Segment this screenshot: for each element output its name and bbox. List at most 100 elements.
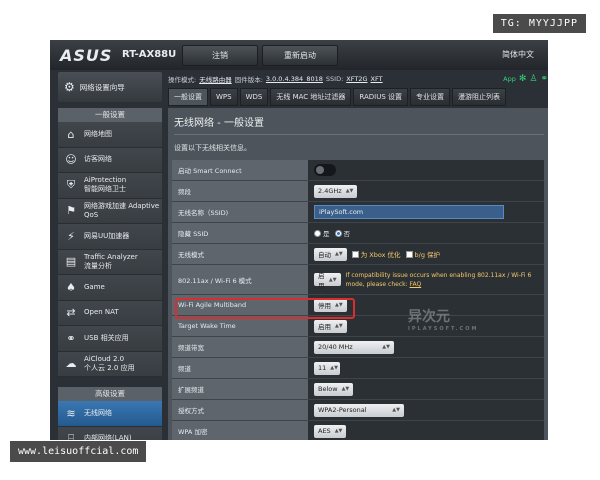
settings-panel: 无线网络 - 一般设置 设置以下无线相关信息。 启动 Smart Connect…: [168, 108, 548, 440]
band-value: 2.4GHz: [318, 187, 342, 195]
guest-network-icon: ☺: [65, 153, 77, 167]
logout-button[interactable]: 注销: [182, 45, 258, 66]
wpa-encryption-select[interactable]: AES ▲▼: [314, 424, 347, 438]
target-wake-time-value: 启用: [318, 323, 331, 331]
usb-status-icon[interactable]: ⚭: [540, 74, 548, 84]
tab-4[interactable]: RADIUS 设置: [353, 88, 409, 106]
wifi6-mode-select[interactable]: 启用 ▲▼: [314, 272, 341, 290]
wpa-encryption-value: AES: [318, 427, 331, 435]
telegram-tag: TG: MYYJJPP: [492, 14, 586, 33]
wizard-label: 网络设置向导: [79, 82, 125, 92]
hide-ssid-no-radio[interactable]: 否: [334, 228, 350, 238]
sidebar-item-advanced-1[interactable]: ⌸ 内部网络(LAN): [58, 426, 162, 440]
setup-wizard-button[interactable]: ⚙ 网络设置向导: [58, 72, 162, 102]
wireless-mode-value: 自动: [318, 251, 331, 259]
auth-method-row: 授权方式 WPA2-Personal ▲▼: [172, 400, 544, 421]
channel-value: 11: [318, 364, 327, 372]
bg-label: b/g 保护: [414, 251, 441, 259]
ssid-field-label: 无线名称（SSID): [172, 202, 308, 222]
checkbox-box: [351, 250, 359, 258]
chevron-down-icon: ▲▼: [335, 251, 343, 257]
wifi6-mode-value: 启用: [318, 271, 325, 290]
sidebar-item-general-0[interactable]: ⌂ 网络地图: [58, 122, 162, 148]
ssid-2g-link[interactable]: XFT2G: [346, 75, 367, 83]
yes-label: 是: [323, 230, 330, 238]
watermark-text: 异次元: [408, 309, 450, 325]
sidebar-item-general-3[interactable]: ⚑ 网络游戏加速 Adaptive QoS: [58, 198, 162, 224]
agile-multiband-highlight: [175, 298, 355, 319]
sidebar-item-general-9[interactable]: ☁ AiCloud 2.0 个人云 2.0 应用: [58, 351, 162, 377]
user-status-icon[interactable]: ♙: [529, 74, 537, 84]
sidebar-item-label: 网络游戏加速 Adaptive QoS: [84, 201, 160, 219]
chevron-down-icon: ▲▼: [330, 365, 338, 371]
reboot-button[interactable]: 重新启动: [262, 45, 338, 66]
target-wake-time-select[interactable]: 启用 ▲▼: [314, 319, 347, 333]
bandwidth-value: 20/40 MHz: [318, 343, 353, 351]
sidebar-item-label: AiCloud 2.0 个人云 2.0 应用: [84, 354, 135, 372]
ext-channel-value: Below: [318, 385, 338, 393]
sidebar-item-general-1[interactable]: ☺ 访客网络: [58, 147, 162, 173]
xbox-optimize-checkbox[interactable]: 为 Xbox 优化: [351, 249, 401, 259]
ssid-5g-link[interactable]: XFT: [371, 75, 383, 83]
tab-1[interactable]: WPS: [210, 88, 238, 106]
wireless-mode-select[interactable]: 自动 ▲▼: [314, 247, 347, 261]
tab-0[interactable]: 一般设置: [168, 88, 208, 106]
sidebar-item-general-6[interactable]: ♠ Game: [58, 275, 162, 301]
hide-ssid-yes-radio[interactable]: 是: [314, 228, 330, 238]
sidebar-item-label: 网易UU加速器: [84, 231, 130, 240]
auth-method-value: WPA2-Personal: [318, 406, 367, 414]
chevron-down-icon: ▲▼: [392, 407, 400, 413]
sidebar-item-general-2[interactable]: ⛨ AiProtection 智能网络卫士: [58, 173, 162, 199]
sidebar-item-label: Traffic Analyzer 流量分析: [84, 252, 138, 270]
auth-method-select[interactable]: WPA2-Personal ▲▼: [314, 403, 404, 417]
mode-link[interactable]: 无线路由器: [199, 74, 232, 84]
sidebar-item-general-4[interactable]: ⚡ 网易UU加速器: [58, 224, 162, 250]
open-nat-icon: ⇄: [66, 306, 76, 320]
usb-icon: ⚭: [66, 331, 76, 345]
network-status-icon[interactable]: ✻: [519, 74, 527, 84]
bg-protection-checkbox[interactable]: b/g 保护: [405, 249, 441, 259]
mode-label: 操作模式:: [168, 76, 197, 84]
smart-connect-row: 启动 Smart Connect: [172, 160, 544, 181]
sidebar-item-general-5[interactable]: ▤ Traffic Analyzer 流量分析: [58, 249, 162, 275]
sidebar-item-general-7[interactable]: ⇄ Open NAT: [58, 300, 162, 326]
tab-5[interactable]: 专业设置: [410, 88, 451, 106]
sidebar-item-label: AiProtection 智能网络卫士: [84, 176, 127, 194]
faq-link[interactable]: FAQ: [410, 281, 422, 288]
tab-3[interactable]: 无线 MAC 地址过滤器: [270, 88, 352, 106]
language-select[interactable]: 简体中文: [502, 49, 534, 60]
smart-connect-toggle[interactable]: [314, 164, 336, 176]
chevron-down-icon: ▲▼: [382, 344, 390, 350]
firmware-label: 固件版本:: [234, 76, 263, 84]
top-bar: ASUS RT-AX88U 注销 重新启动 简体中文: [50, 40, 548, 70]
router-admin-window: ASUS RT-AX88U 注销 重新启动 简体中文 ⚙ 网络设置向导 一般设置…: [50, 40, 548, 440]
website-tag: www.leisuoffcial.com: [10, 441, 147, 462]
sidebar-item-label: 内部网络(LAN): [84, 434, 132, 440]
ext-channel-label: 扩展频道: [172, 379, 308, 399]
wireless-mode-row: 无线模式 自动 ▲▼ 为 Xbox 优化 b/g 保护: [172, 244, 544, 265]
tab-6[interactable]: 漫游阻止列表: [452, 88, 507, 106]
checkbox-box: [405, 250, 413, 258]
channel-select[interactable]: 11 ▲▼: [314, 361, 340, 375]
wifi6-warning: If compatibility issue occurs when enabl…: [346, 271, 544, 289]
page-description: 设置以下无线相关信息。: [174, 144, 251, 152]
bandwidth-row: 频道带宽 20/40 MHz ▲▼: [172, 337, 544, 358]
bandwidth-select[interactable]: 20/40 MHz ▲▼: [314, 340, 394, 354]
sidebar-item-advanced-0[interactable]: ≋ 无线网络: [58, 401, 162, 427]
chevron-down-icon: ▲▼: [335, 323, 343, 329]
bandwidth-label: 频道带宽: [172, 337, 308, 357]
target-wake-time-label: Target Wake Time: [172, 316, 308, 336]
firmware-link[interactable]: 3.0.0.4.384_8018: [266, 75, 323, 83]
watermark: 异次元 IPLAYSOFT.COM: [408, 306, 478, 332]
sidebar-item-label: 网络地图: [84, 129, 112, 138]
lan-icon: ⌸: [67, 431, 75, 440]
ssid-input[interactable]: iPlaySoft.com: [314, 205, 504, 219]
ext-channel-select[interactable]: Below ▲▼: [314, 382, 354, 396]
app-link[interactable]: App: [503, 75, 516, 83]
sidebar-item-general-8[interactable]: ⚭ USB 相关应用: [58, 326, 162, 352]
uu-accelerator-icon: ⚡: [67, 229, 75, 243]
tab-2[interactable]: WDS: [239, 88, 269, 106]
band-select[interactable]: 2.4GHz ▲▼: [314, 184, 358, 198]
aiprotection-icon: ⛨: [66, 178, 76, 192]
sidebar-item-label: Open NAT: [84, 308, 119, 317]
